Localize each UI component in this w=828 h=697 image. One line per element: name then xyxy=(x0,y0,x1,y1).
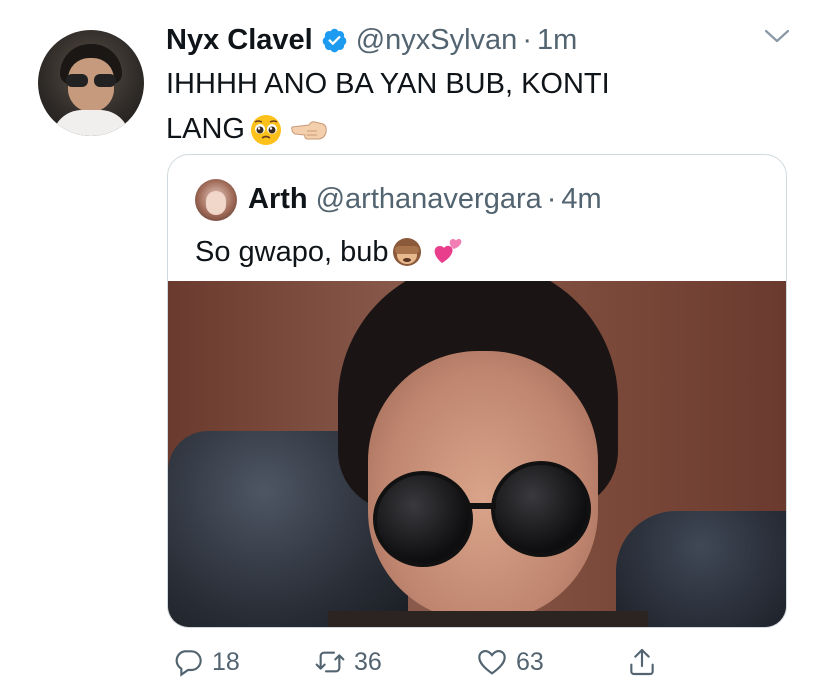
reply-icon xyxy=(175,650,202,677)
photo-sunglasses-left-lens xyxy=(373,471,473,567)
quoted-author-handle[interactable]: @arthanavergara xyxy=(316,183,542,216)
avatar-shirt xyxy=(52,110,130,136)
like-button[interactable]: 63 xyxy=(476,640,544,684)
two-hearts-icon xyxy=(435,238,462,263)
quoted-tweet-timestamp[interactable]: 4m xyxy=(561,183,601,216)
share-icon xyxy=(630,648,654,676)
quoted-author-name[interactable]: Arth xyxy=(248,183,308,216)
quoted-tweet-card[interactable]: Arth @arthanavergara · 4m So gwapo, bub xyxy=(167,154,787,628)
reply-button[interactable]: 18 xyxy=(172,640,240,684)
author-name[interactable]: Nyx Clavel xyxy=(166,24,313,57)
quoted-author-avatar[interactable] xyxy=(195,179,237,221)
tweet-text-line2-row: LANG xyxy=(166,107,726,152)
verified-badge-icon xyxy=(322,28,347,52)
retweet-icon xyxy=(315,651,345,673)
heart-icon xyxy=(478,649,506,675)
photo-shirt xyxy=(328,611,648,627)
see-no-evil-monkey-icon xyxy=(393,238,422,266)
tweet-header: Nyx Clavel @nyxSylvan · 1m xyxy=(166,22,577,58)
author-avatar[interactable] xyxy=(38,30,144,136)
quoted-tweet-text: So gwapo, bub xyxy=(195,236,389,268)
share-button[interactable] xyxy=(626,640,658,684)
like-count: 63 xyxy=(516,647,544,676)
reply-count: 18 xyxy=(212,647,240,676)
tweet-text-line2: LANG xyxy=(166,113,245,145)
separator-dot: · xyxy=(522,23,532,56)
photo-sunglasses-right-lens xyxy=(491,461,591,557)
photo-sunglasses-bridge xyxy=(464,503,496,509)
avatar-sunglasses xyxy=(66,74,118,88)
pleading-face-icon xyxy=(250,114,281,145)
tweet-text-line1: IHHHH ANO BA YAN BUB, KONTI xyxy=(166,68,610,100)
quoted-tweet-photo[interactable] xyxy=(168,281,786,627)
quoted-separator-dot: · xyxy=(546,182,557,215)
author-handle[interactable]: @nyxSylvan xyxy=(356,24,518,57)
tweet-timestamp[interactable]: 1m xyxy=(537,24,577,57)
quoted-tweet-text-row: So gwapo, bub xyxy=(195,231,464,273)
quoted-tweet-header: Arth @arthanavergara · 4m xyxy=(248,177,602,221)
backhand-index-pointing-left-icon xyxy=(291,120,327,139)
tweet-text: IHHHH ANO BA YAN BUB, KONTI LANG xyxy=(166,62,726,152)
retweet-button[interactable]: 36 xyxy=(314,640,382,684)
tweet-actions-bar: 18 36 63 xyxy=(0,640,828,684)
chevron-down-icon[interactable] xyxy=(764,26,790,46)
retweet-count: 36 xyxy=(354,647,382,676)
